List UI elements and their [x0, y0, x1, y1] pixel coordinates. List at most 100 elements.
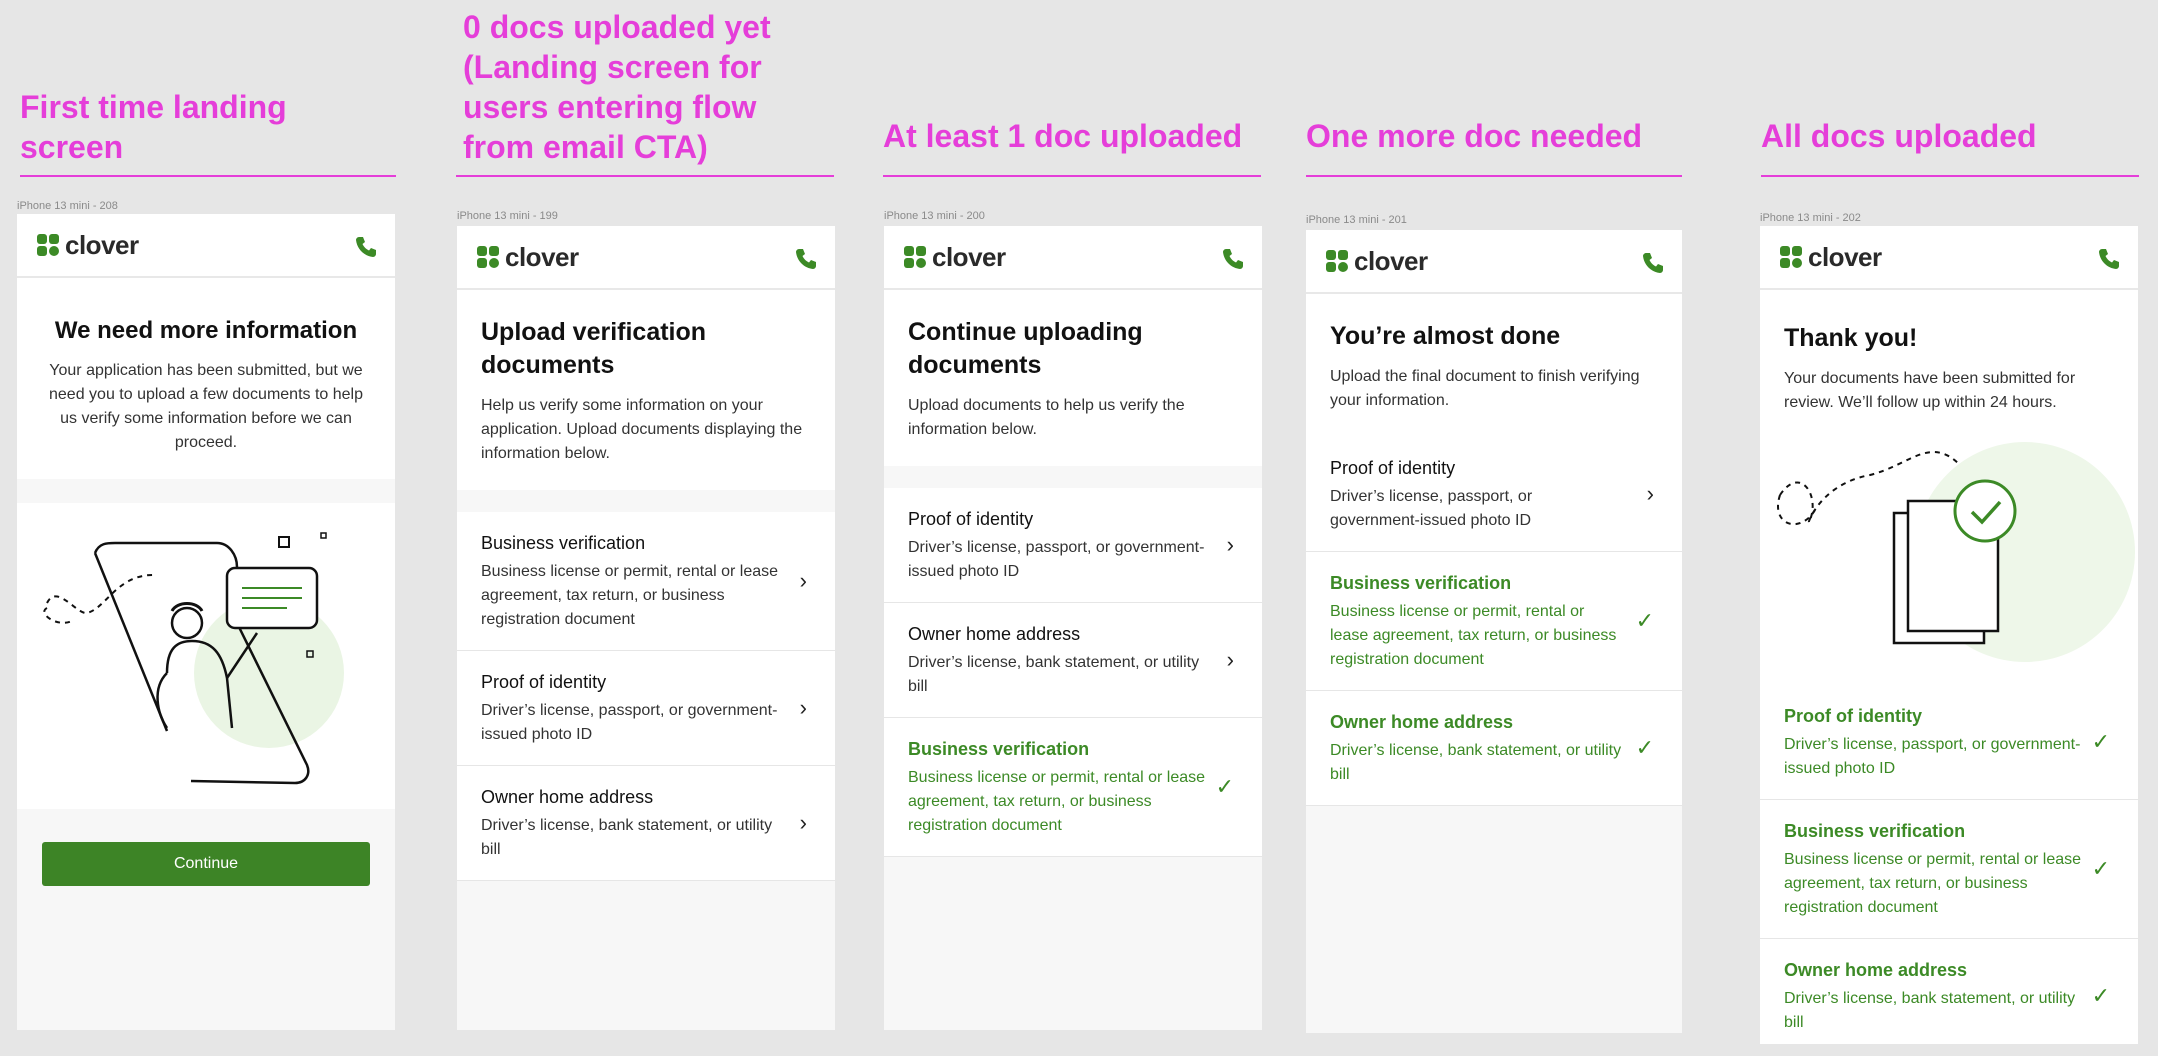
heading-line: from email CTA) — [463, 129, 708, 165]
heading-zero-docs: 0 docs uploaded yet (Landing screen for … — [463, 7, 771, 167]
clover-logo[interactable]: clover — [1780, 242, 1882, 273]
check-icon: ✓ — [2091, 856, 2110, 881]
list-item-proof-of-identity[interactable]: Proof of identity Driver’s license, pass… — [884, 488, 1262, 603]
logo-text: clover — [1354, 246, 1428, 276]
check-icon: ✓ — [2091, 729, 2110, 754]
intro-section: You’re almost done Upload the final docu… — [1306, 294, 1682, 437]
heading-line: First time landing — [20, 89, 287, 125]
intro-section: Continue uploading documents Upload docu… — [884, 290, 1262, 466]
heading-first-time: First time landing screen — [20, 87, 287, 167]
list-item-proof-of-identity[interactable]: Proof of identity Driver’s license, pass… — [457, 651, 835, 766]
page-title: Thank you! — [1784, 324, 1918, 352]
heading-underline — [20, 175, 396, 177]
clover-logo[interactable]: clover — [904, 242, 1006, 273]
item-title: Owner home address — [908, 624, 1081, 644]
phone-icon[interactable] — [355, 236, 377, 258]
item-description: Business license or permit, rental or le… — [1784, 851, 2082, 916]
item-description: Driver’s license, bank statement, or uti… — [1330, 742, 1622, 783]
chevron-right-icon: › — [1226, 532, 1234, 557]
top-bar: clover — [1760, 226, 2138, 290]
screen-one-doc: clover Continue uploading documents Uplo… — [884, 226, 1262, 1030]
check-icon: ✓ — [1635, 735, 1654, 760]
heading-line: 0 docs uploaded yet — [463, 9, 771, 45]
clover-logo-icon — [1780, 245, 1802, 268]
logo-text: clover — [1808, 242, 1882, 272]
document-list: Proof of identity Driver’s license, pass… — [884, 488, 1262, 857]
page-title: You’re almost done — [1330, 322, 1561, 350]
heading-underline — [883, 175, 1261, 177]
document-check-illustration — [1777, 442, 2135, 662]
heading-line: users entering flow — [463, 89, 757, 125]
clover-logo-icon — [477, 245, 499, 268]
phone-icon[interactable] — [1642, 252, 1664, 274]
list-item-owner-home-address[interactable]: Owner home address Driver’s license, ban… — [884, 603, 1262, 718]
screen-one-more: clover You’re almost done Upload the fin… — [1306, 230, 1682, 1033]
check-icon: ✓ — [2091, 983, 2110, 1008]
logo-text: clover — [932, 242, 1006, 272]
screen-all-docs: clover Thank you! Your documents have be… — [1760, 226, 2138, 1044]
document-list: Proof of identity Driver’s license, pass… — [1306, 437, 1682, 806]
continue-button[interactable]: Continue — [42, 842, 370, 886]
heading-line: screen — [20, 129, 124, 165]
illustration-document-check — [1760, 425, 2138, 685]
item-description: Driver’s license, passport, or governmen… — [1784, 736, 2081, 777]
chevron-right-icon: › — [799, 695, 807, 720]
item-description: Driver’s license, passport, or governmen… — [481, 702, 778, 743]
list-item-owner-home-address[interactable]: Owner home address Driver’s license, ban… — [457, 766, 835, 881]
intro-section: We need more information Your applicatio… — [17, 278, 395, 479]
list-item-proof-of-identity[interactable]: Proof of identity Driver’s license, pass… — [1306, 437, 1682, 552]
clover-logo-icon — [1326, 249, 1348, 272]
heading-underline — [456, 175, 834, 177]
intro-section: Upload verification documents Help us ve… — [457, 290, 835, 490]
clover-logo-icon — [37, 233, 59, 256]
item-description: Driver’s license, bank statement, or uti… — [1784, 990, 2076, 1031]
list-item-business-verification: Business verification Business license o… — [1760, 800, 2138, 939]
item-description: Business license or permit, rental or le… — [908, 769, 1206, 834]
item-title: Proof of identity — [908, 509, 1034, 529]
item-title: Owner home address — [1330, 712, 1514, 732]
document-list: Business verification Business license o… — [457, 512, 835, 881]
page-title: Upload verification documents — [481, 318, 707, 379]
clover-logo-icon — [904, 245, 926, 268]
intro-section: Thank you! Your documents have been subm… — [1760, 290, 2138, 425]
item-title: Business verification — [908, 739, 1090, 759]
item-title: Business verification — [1330, 573, 1512, 593]
phone-icon[interactable] — [1222, 248, 1244, 270]
item-title: Business verification — [1784, 821, 1966, 841]
page-description: Upload documents to help us verify the i… — [908, 397, 1185, 438]
page-description: Upload the final document to finish veri… — [1330, 368, 1640, 409]
frame-label: iPhone 13 mini - 208 — [17, 200, 118, 212]
frame-label: iPhone 13 mini - 202 — [1760, 212, 1861, 224]
item-description: Driver’s license, passport, or governmen… — [1330, 488, 1533, 529]
list-item-business-verification[interactable]: Business verification Business license o… — [457, 512, 835, 651]
list-item-business-verification: Business verification Business license o… — [1306, 552, 1682, 691]
page-title: Continue uploading documents — [908, 318, 1143, 379]
illustration-person-upload — [17, 503, 395, 809]
chevron-right-icon: › — [1646, 481, 1654, 506]
item-description: Driver’s license, bank statement, or uti… — [481, 817, 773, 858]
item-title: Owner home address — [1784, 960, 1968, 980]
page-description: Help us verify some information on your … — [481, 397, 803, 462]
item-title: Proof of identity — [1330, 458, 1456, 478]
person-document-illustration — [43, 532, 344, 785]
top-bar: clover — [17, 214, 395, 278]
item-description: Business license or permit, rental or le… — [1330, 603, 1617, 668]
list-item-owner-home-address: Owner home address Driver’s license, ban… — [1306, 691, 1682, 806]
screen-zero-docs: clover Upload verification documents Hel… — [457, 226, 835, 1030]
check-icon: ✓ — [1635, 608, 1654, 633]
phone-icon[interactable] — [795, 248, 817, 270]
screen-first-time: clover We need more information Your app… — [17, 214, 395, 1030]
phone-icon[interactable] — [2098, 248, 2120, 270]
item-description: Driver’s license, passport, or governmen… — [908, 539, 1205, 580]
logo-text: clover — [65, 230, 139, 260]
clover-logo[interactable]: clover — [37, 230, 139, 261]
top-bar: clover — [457, 226, 835, 290]
clover-logo[interactable]: clover — [477, 242, 579, 273]
chevron-right-icon: › — [799, 568, 807, 593]
clover-logo[interactable]: clover — [1326, 246, 1428, 277]
top-bar: clover — [1306, 230, 1682, 294]
heading-one-more: One more doc needed — [1306, 118, 1643, 154]
chevron-right-icon: › — [799, 810, 807, 835]
page-description: Your documents have been submitted for r… — [1784, 370, 2076, 411]
frame-label: iPhone 13 mini - 201 — [1306, 214, 1407, 226]
